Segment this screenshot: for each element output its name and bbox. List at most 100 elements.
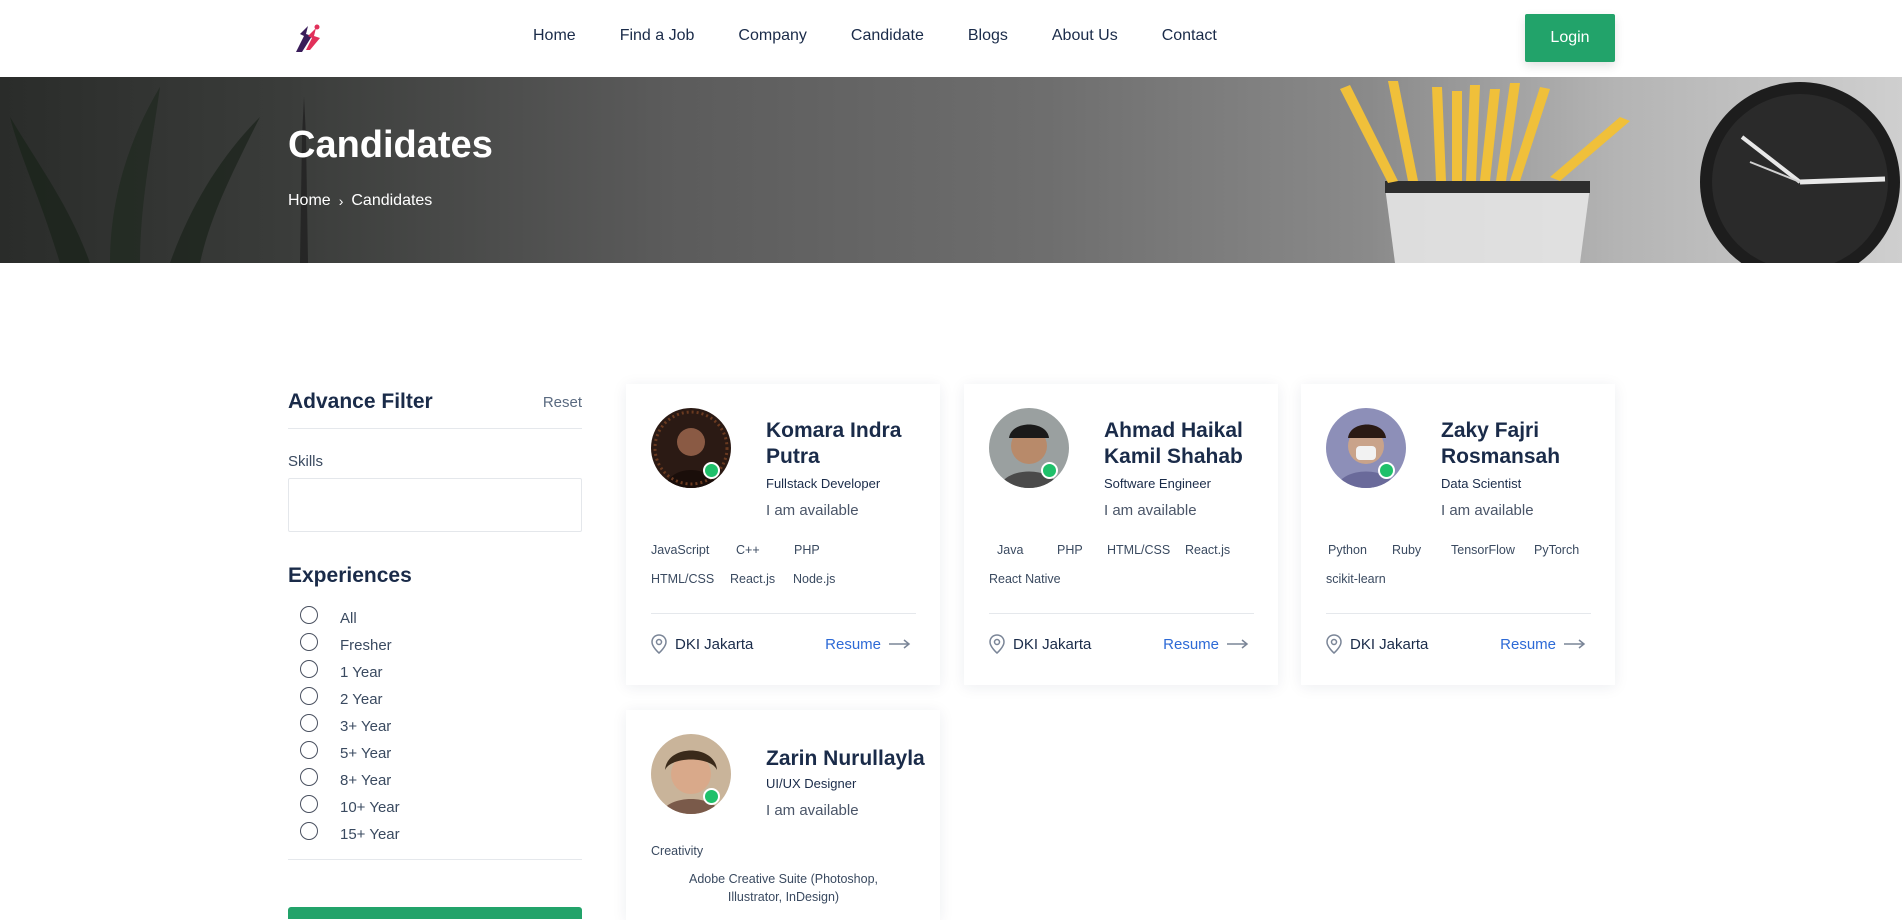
- map-pin-icon: [1326, 634, 1342, 654]
- experience-option-5-plus-year[interactable]: 5+ Year: [300, 739, 582, 766]
- radio-button[interactable]: [300, 821, 318, 840]
- arrow-right-icon: [1564, 639, 1586, 649]
- experience-option-fresher[interactable]: Fresher: [300, 631, 582, 658]
- candidate-name[interactable]: Ahmad Haikal Kamil Shahab: [1104, 418, 1264, 470]
- skill-tag: Creativity: [651, 844, 704, 858]
- resume-label: Resume: [825, 635, 881, 653]
- experience-option-10-plus-year[interactable]: 10+ Year: [300, 793, 582, 820]
- divider: [651, 613, 916, 614]
- skill-tag: Java: [997, 543, 1024, 557]
- nav-contact[interactable]: Contact: [1162, 26, 1217, 46]
- divider: [989, 613, 1254, 614]
- experience-option-8-plus-year[interactable]: 8+ Year: [300, 766, 582, 793]
- avatar: [989, 408, 1069, 488]
- radio-button[interactable]: [300, 632, 318, 651]
- location: DKI Jakarta: [989, 634, 1091, 654]
- skill-tag: PyTorch: [1534, 543, 1580, 557]
- resume-label: Resume: [1163, 635, 1219, 653]
- skill-tag: React.js: [730, 572, 776, 586]
- avatar: [651, 408, 731, 488]
- filter-title: Advance Filter: [288, 390, 433, 413]
- skill-tag: TensorFlow: [1451, 543, 1515, 557]
- nav-candidate[interactable]: Candidate: [851, 26, 924, 46]
- main-nav: Home Find a Job Company Candidate Blogs …: [533, 26, 1261, 46]
- card-footer: DKI Jakarta Resume: [989, 634, 1249, 654]
- skill-tags: Python Ruby TensorFlow PyTorch scikit-le…: [1326, 541, 1596, 589]
- resume-link[interactable]: Resume: [1163, 636, 1249, 653]
- skill-tag: scikit-learn: [1326, 572, 1386, 586]
- resume-link[interactable]: Resume: [825, 636, 911, 653]
- experience-option-2-year[interactable]: 2 Year: [300, 685, 582, 712]
- skill-tag: PHP: [1057, 543, 1083, 557]
- location: DKI Jakarta: [1326, 634, 1428, 654]
- skills-input[interactable]: [288, 478, 582, 532]
- skill-tags: JavaScript C++ PHP HTML/CSS React.js Nod…: [651, 541, 921, 589]
- arrow-right-icon: [1227, 639, 1249, 649]
- availability-status: I am available: [1441, 502, 1534, 519]
- nav-home[interactable]: Home: [533, 26, 576, 46]
- radio-button[interactable]: [300, 713, 318, 732]
- radio-button[interactable]: [300, 686, 318, 705]
- radio-button[interactable]: [300, 767, 318, 786]
- candidate-card[interactable]: Zaky Fajri Rosmansah Data Scientist I am…: [1301, 384, 1615, 685]
- experience-option-1-year[interactable]: 1 Year: [300, 658, 582, 685]
- candidate-role: UI/UX Designer: [766, 776, 857, 791]
- skill-tag: Python: [1328, 543, 1367, 557]
- candidate-name[interactable]: Zarin Nurullayla: [766, 746, 936, 772]
- candidate-role: Data Scientist: [1441, 476, 1522, 491]
- card-footer: DKI Jakarta Resume: [1326, 634, 1586, 654]
- candidate-name[interactable]: Zaky Fajri Rosmansah: [1441, 418, 1601, 470]
- experience-option-15-plus-year[interactable]: 15+ Year: [300, 820, 582, 847]
- breadcrumb: Home › Candidates: [288, 192, 432, 210]
- online-status-dot: [1378, 462, 1395, 479]
- availability-status: I am available: [766, 502, 859, 519]
- resume-label: Resume: [1500, 635, 1556, 653]
- skill-tag: Ruby: [1392, 543, 1422, 557]
- skill-tag: HTML/CSS: [651, 572, 715, 586]
- radio-button[interactable]: [300, 605, 318, 624]
- page-hero-banner: Candidates Home › Candidates: [0, 77, 1902, 263]
- skills-label: Skills: [288, 453, 324, 470]
- skill-tag: JavaScript: [651, 543, 710, 557]
- card-footer: DKI Jakarta Resume: [651, 634, 911, 654]
- radio-button[interactable]: [300, 659, 318, 678]
- candidate-role: Software Engineer: [1104, 476, 1211, 491]
- avatar: [1326, 408, 1406, 488]
- breadcrumb-home-link[interactable]: Home: [288, 192, 331, 210]
- skill-tags: Java PHP HTML/CSS React.js React Native: [989, 541, 1259, 589]
- radio-button[interactable]: [300, 740, 318, 759]
- divider: [1326, 613, 1591, 614]
- experience-option-all[interactable]: All: [300, 604, 582, 631]
- apply-filter-button[interactable]: [288, 907, 582, 919]
- nav-about-us[interactable]: About Us: [1052, 26, 1118, 46]
- experiences-title: Experiences: [288, 564, 412, 587]
- experience-option-3-plus-year[interactable]: 3+ Year: [300, 712, 582, 739]
- candidate-card[interactable]: Ahmad Haikal Kamil Shahab Software Engin…: [964, 384, 1278, 685]
- resume-link[interactable]: Resume: [1500, 636, 1586, 653]
- location-text: DKI Jakarta: [1350, 635, 1429, 653]
- online-status-dot: [703, 462, 720, 479]
- top-navbar: Home Find a Job Company Candidate Blogs …: [0, 0, 1902, 77]
- online-status-dot: [1041, 462, 1058, 479]
- advance-filter-sidebar: Advance Filter Reset Skills Experiences …: [288, 390, 582, 860]
- brand-logo-icon[interactable]: [290, 22, 326, 56]
- candidate-card[interactable]: Komara Indra Putra Fullstack Developer I…: [626, 384, 940, 685]
- skill-tags: Creativity: [651, 842, 921, 861]
- nav-blogs[interactable]: Blogs: [968, 26, 1008, 46]
- candidate-card[interactable]: Zarin Nurullayla UI/UX Designer I am ava…: [626, 710, 940, 920]
- candidate-name[interactable]: Komara Indra Putra: [766, 418, 926, 470]
- nav-company[interactable]: Company: [738, 26, 806, 46]
- breadcrumb-current: Candidates: [351, 192, 433, 209]
- experience-radio-group: All Fresher 1 Year 2 Year 3+ Year 5+ Yea…: [288, 604, 582, 847]
- skill-tag: C++: [736, 543, 760, 557]
- nav-find-a-job[interactable]: Find a Job: [620, 26, 695, 46]
- location-text: DKI Jakarta: [1013, 635, 1092, 653]
- hero-background-image: [10, 81, 1900, 263]
- login-button[interactable]: Login: [1525, 14, 1615, 62]
- location: DKI Jakarta: [651, 634, 753, 654]
- radio-button[interactable]: [300, 794, 318, 813]
- candidate-role: Fullstack Developer: [766, 476, 881, 491]
- availability-status: I am available: [1104, 502, 1197, 519]
- online-status-dot: [703, 788, 720, 805]
- reset-filter-link[interactable]: Reset: [543, 394, 582, 411]
